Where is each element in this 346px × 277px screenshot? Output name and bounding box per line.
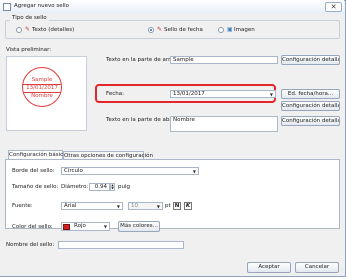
date-stamp-icon: ✎ (157, 26, 163, 33)
top-text-field[interactable]: Sample (170, 56, 278, 64)
diameter-unit: pulg (118, 184, 130, 190)
radio-image[interactable] (218, 27, 224, 33)
diameter-field[interactable]: 0.94 (89, 183, 110, 191)
bottom-text-settings-button[interactable]: Configuración detallada... (281, 116, 340, 126)
color-swatch (63, 224, 70, 230)
bottom-text-field[interactable]: Nombre (170, 116, 278, 132)
dialog-content (0, 14, 344, 276)
radio-text-details-label[interactable]: Texto (detalles) (32, 27, 74, 33)
font-size-unit: pt (165, 203, 171, 209)
date-combo-value: 13/01/2017 (173, 91, 205, 97)
cancel-button[interactable]: Cancelar (295, 262, 339, 273)
tab-other-options[interactable]: Otras opciones de configuración (63, 151, 153, 159)
stamp-name-label: Nombre del sello: (6, 242, 55, 248)
border-combo-value: Círculo (64, 168, 83, 174)
border-label: Borde del sello: (12, 168, 55, 174)
radio-image-label[interactable]: Imagen (234, 27, 255, 33)
radio-text-details[interactable] (16, 27, 22, 33)
size-label: Tamaño de sello: (12, 184, 59, 190)
chevron-down-icon: ▼ (116, 204, 120, 209)
more-colors-button[interactable]: Más colores... (118, 221, 160, 232)
stamp-app-icon (3, 3, 11, 11)
image-stamp-icon: ▣ (227, 26, 233, 33)
text-stamp-icon: ✎ (25, 26, 31, 33)
chevron-down-icon: ▼ (156, 204, 160, 209)
stamp-preview-bottom-text: Nombre (31, 93, 53, 99)
radio-date-stamp-label[interactable]: Sello de fecha (164, 27, 203, 33)
date-combo[interactable]: 13/01/2017 ▼ (170, 90, 276, 98)
bottom-text-label: Texto en la parte de abajo: (106, 117, 180, 123)
stamp-name-field[interactable] (58, 241, 184, 249)
color-combo-value: Rojo (74, 223, 86, 229)
diameter-label: Diámetro: (61, 184, 89, 190)
date-settings-button[interactable]: Configuración detallada... (281, 101, 340, 111)
color-label: Color del sello: (12, 224, 53, 230)
font-combo-value: Arial (64, 203, 77, 209)
date-label: Fecha: (106, 91, 124, 97)
accept-button[interactable]: Aceptar (247, 262, 291, 273)
close-button[interactable]: ✕ (325, 2, 342, 12)
stamp-preview-circle: Sample 13/01/2017 Nombre (22, 67, 62, 107)
radio-date-stamp[interactable] (148, 27, 154, 33)
diameter-spinner[interactable]: ▲ ▼ (110, 183, 115, 191)
chevron-down-icon: ▼ (103, 224, 107, 229)
color-combo[interactable]: Rojo ▼ (61, 222, 110, 231)
chevron-down-icon: ▼ (269, 92, 273, 97)
font-size-combo[interactable]: 10 ▼ (128, 202, 163, 210)
window-title: Agregar nuevo sello (14, 3, 70, 9)
preview-label: Vista preliminar: (6, 47, 52, 53)
font-combo[interactable]: Arial ▼ (61, 202, 123, 210)
top-text-settings-button[interactable]: Configuración detallada... (281, 55, 340, 65)
font-size-combo-value: 10 (131, 203, 138, 209)
stamp-type-legend: Tipo de sello (10, 15, 49, 21)
edit-date-time-button[interactable]: Ed. fecha/hora... (281, 89, 340, 99)
italic-button[interactable]: K (184, 202, 192, 210)
chevron-down-icon: ▼ (192, 169, 196, 174)
stamp-preview-top-text: Sample (31, 77, 53, 83)
font-label: Fuente: (12, 203, 33, 209)
stamp-preview-date: 13/01/2017 (26, 85, 58, 91)
border-combo[interactable]: Círculo ▼ (61, 167, 199, 175)
bold-button[interactable]: N (173, 202, 181, 210)
